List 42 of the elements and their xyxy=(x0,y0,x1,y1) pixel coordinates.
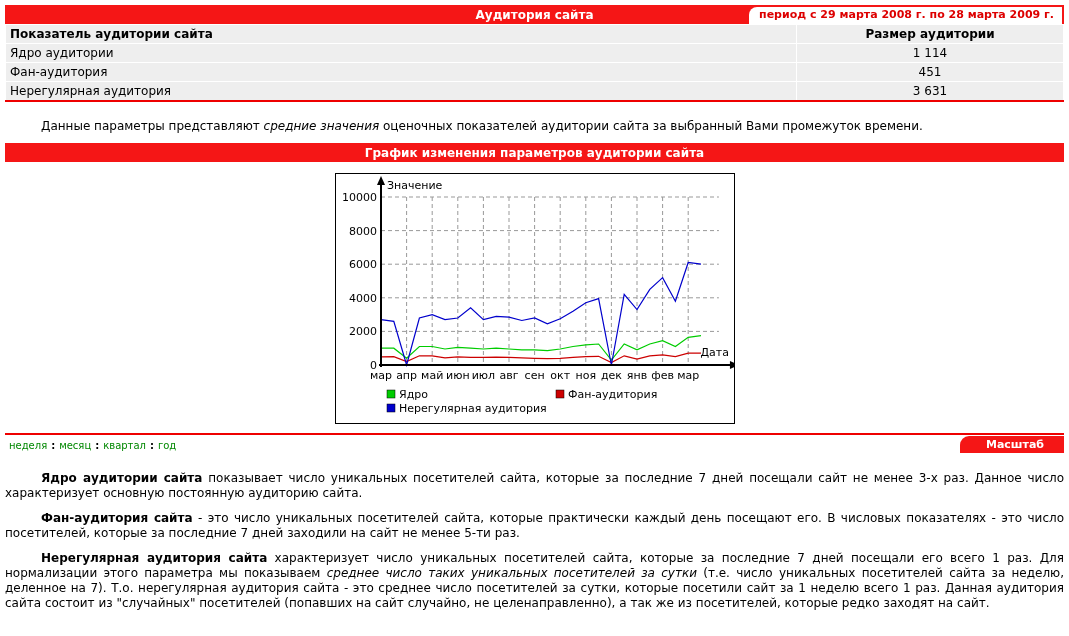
y-axis-label: Значение xyxy=(386,179,442,192)
period-link[interactable]: неделя xyxy=(9,440,48,451)
x-tick-label: апр xyxy=(395,369,417,382)
x-tick-label: мар xyxy=(369,369,392,382)
x-tick-label: фев xyxy=(650,369,674,382)
period-label: период с 29 марта 2008 г. по 28 марта 2009 г. xyxy=(749,7,1062,24)
y-tick-label: 0 xyxy=(369,359,377,372)
table-cell: Нерегулярная аудитория xyxy=(5,81,797,101)
y-tick-label: 6000 xyxy=(348,258,377,272)
x-axis-label: Дата xyxy=(699,346,729,359)
section-title: График изменения параметров аудитории сайта xyxy=(364,145,705,160)
legend-label: Нерегулярная аудитория xyxy=(398,402,547,415)
x-tick-label: дек xyxy=(600,369,622,382)
legend-label: Фан-аудитория xyxy=(567,388,657,401)
column-header: Показатель аудитории сайта xyxy=(5,24,797,44)
description-paragraph: Нерегулярная аудитория сайта характеризует число уникальных посетителей сайта, которые за последние 7 дней посещали его всего 1 раз. Для нормализации этого параметра мы показываем среднее число таких уникальных посетителей за сутки (т.е. число уникальных посетителей сайта за неделю, деленное на 7). Т.о. нерегулярная аудитория сайта - это среднее число посетителей за сутки, которые посетили сайт за 1 неделю всего 1 раз. Данная аудитория сайта состоит из "случайных" посетителей (попавших на сайт случайно, не целенаправленно), а так же из посетителей, которые редко заходят на сайт. xyxy=(5,551,1064,611)
note-text: Данные параметры представляют средние значения оценочных показателей аудитории сайта за выбранный Вами промежуток времени. xyxy=(41,119,924,133)
separator-text: : xyxy=(149,440,154,451)
x-tick-label: сен xyxy=(524,369,545,382)
x-tick-label: ноя xyxy=(575,369,596,382)
y-tick-label: 2000 xyxy=(348,325,377,339)
legend-label: Ядро xyxy=(398,388,428,401)
x-tick-label: май xyxy=(420,369,443,382)
separator-text: : xyxy=(95,440,100,451)
y-tick-label: 8000 xyxy=(348,224,377,238)
scale-tab[interactable]: Масштаб xyxy=(959,436,1064,453)
y-tick-label: 10000 xyxy=(341,191,377,204)
x-tick-label: авг xyxy=(499,369,518,382)
x-tick-label: июн xyxy=(445,369,470,382)
period-link[interactable]: месяц xyxy=(59,440,92,451)
period-link[interactable]: год xyxy=(157,440,177,451)
column-header: Размер аудитории xyxy=(796,24,1064,44)
period-link[interactable]: квартал xyxy=(103,440,146,451)
description-paragraph: Ядро аудитории сайта показывает число уникальных посетителей сайта, которые за последние 7 дней посещали сайт не менее 3-х раз. Данное число характеризует основную постоянную аудиторию сайта. xyxy=(5,471,1064,501)
description-paragraph: Фан-аудитория сайта - это число уникальных посетителей сайта, которые практически каждый день посещают его. В числовых показателях - это число посетителей, которые за последние 7 дней заходили на сайт не менее 5-ти раз. xyxy=(5,511,1064,541)
section-title: Аудитория сайта xyxy=(475,7,594,22)
y-tick-label: 4000 xyxy=(348,291,377,305)
x-tick-label: окт xyxy=(549,369,570,382)
x-tick-label: янв xyxy=(626,369,647,382)
x-tick-label: июл xyxy=(471,369,495,382)
x-tick-label: мар xyxy=(676,369,699,382)
separator-text: : xyxy=(51,440,56,451)
